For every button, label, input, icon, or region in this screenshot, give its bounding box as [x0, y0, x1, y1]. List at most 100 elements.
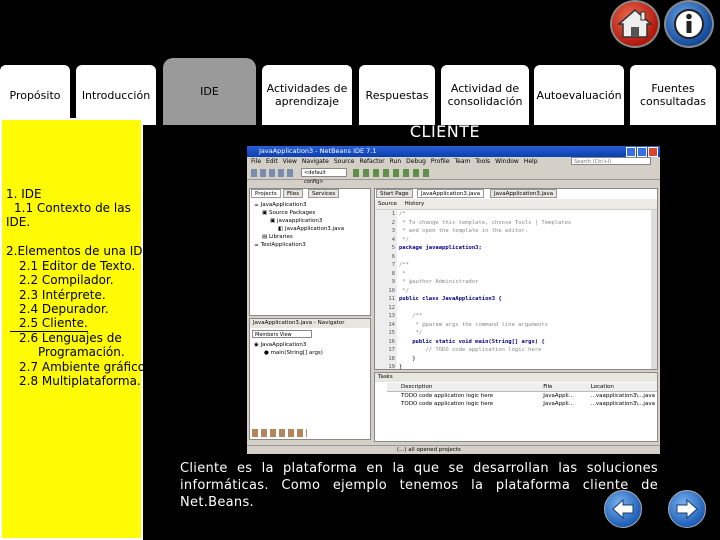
tree-item-file[interactable]: ◧ JavaApplication3.java	[254, 225, 344, 233]
code-line: * To change this template, choose Tools …	[399, 219, 572, 226]
code-line: package javaapplication3;	[399, 245, 482, 251]
menu-source[interactable]: Source	[334, 158, 355, 165]
navigator-filter[interactable]: Members View	[252, 330, 312, 338]
menu-view[interactable]: View	[283, 158, 297, 165]
line-number: 15	[388, 330, 395, 336]
home-button[interactable]	[610, 0, 660, 48]
menu-team[interactable]: Team	[455, 158, 471, 165]
menu-tools[interactable]: Tools	[475, 158, 490, 165]
run-icons[interactable]	[353, 169, 433, 177]
menu-refactor[interactable]: Refactor	[359, 158, 384, 165]
tasks-col-location[interactable]: Location	[591, 383, 657, 391]
sidebar-item-interprete[interactable]: 2.3 Intérprete.	[19, 288, 106, 303]
editor-tab-start[interactable]: Start Page	[376, 189, 413, 198]
tab-actividad-consolidacion[interactable]: Actividad de consolidación	[441, 65, 529, 125]
line-number: 11	[388, 296, 395, 302]
line-number: 17	[388, 347, 395, 353]
config-select[interactable]: <default config>	[301, 168, 347, 185]
menu-navigate[interactable]: Navigate	[302, 158, 329, 165]
tree-item-libraries[interactable]: ▤ Libraries	[254, 233, 344, 241]
editor-panel: Start Page JavaApplication3.java JavaApp…	[374, 188, 658, 370]
sidebar-item-elementos[interactable]: 2.Elementos de una IDE.	[6, 244, 154, 259]
tree-item-source[interactable]: ▣ Source Packages	[254, 209, 344, 217]
menu-window[interactable]: Window	[495, 158, 519, 165]
tasks-panel: Tasks Description File Location TODO cod…	[374, 372, 658, 442]
menu-run[interactable]: Run	[390, 158, 402, 165]
sidebar-item-ide[interactable]: 1. IDE	[6, 187, 42, 202]
code-line: // TODO code application logic here	[399, 347, 542, 353]
sidebar-item-contexto[interactable]: 1.1 Contexto de las	[14, 201, 131, 216]
sidebar-item-multiplataforma[interactable]: 2.8 Multiplataforma.	[19, 374, 141, 389]
line-number: 1	[391, 211, 395, 217]
editor-scrollbar[interactable]	[651, 210, 657, 369]
ide-search-box[interactable]: Search (Ctrl+I)	[571, 157, 651, 165]
tab-ide[interactable]: IDE	[163, 58, 256, 125]
info-button[interactable]	[664, 0, 714, 48]
tab-services[interactable]: Services	[308, 189, 340, 198]
nav-item-class[interactable]: ◉ JavaApplication3	[254, 341, 323, 349]
sidebar-item-depurador[interactable]: 2.4 Depurador.	[19, 302, 109, 317]
tab-projects[interactable]: Projects	[251, 189, 281, 198]
code-line: */	[399, 330, 423, 336]
sidebar-item-lenguajes[interactable]: 2.6 Lenguajes de	[19, 331, 122, 346]
sidebar-item-cliente[interactable]: 2.5 Cliente.	[10, 316, 88, 332]
code-line: public static void main(String[] args) {	[399, 338, 545, 345]
line-number: 3	[391, 228, 395, 234]
tree-item-package[interactable]: ▣ javaapplication3	[254, 217, 344, 225]
navigator-toolbar[interactable]	[252, 429, 307, 437]
ide-window-title: JavaApplication3 - NetBeans IDE 7.1	[259, 147, 377, 155]
tree-item-test[interactable]: ☕ TestApplication3	[254, 241, 344, 249]
menu-file[interactable]: File	[251, 158, 261, 165]
code-line: */	[399, 236, 409, 243]
editor-tab-second[interactable]: JavaApplication3.java	[490, 189, 558, 198]
menu-edit[interactable]: Edit	[266, 158, 278, 165]
line-number: 8	[391, 270, 395, 277]
menu-help[interactable]: Help	[524, 158, 538, 165]
code-line: * @param args the command line arguments	[399, 321, 549, 328]
table-row[interactable]: TODO code application logic here JavaApp…	[387, 400, 657, 408]
line-numbers: 1 2 3 4 5 6 7 8 9 10 11 12 13 14 15 16 17 18 19	[375, 210, 397, 369]
projects-panel: Projects Files Services ☕ JavaApplicatio…	[249, 188, 371, 316]
tab-files[interactable]: Files	[283, 189, 304, 198]
code-line: /*	[399, 211, 406, 217]
toolbar-icons[interactable]	[251, 169, 296, 177]
line-number: 18	[388, 355, 395, 362]
info-icon	[674, 9, 704, 39]
tab-fuentes-consultadas[interactable]: Fuentes consultadas	[630, 65, 716, 125]
history-button[interactable]: History	[405, 201, 425, 207]
back-button[interactable]	[604, 490, 642, 528]
code-line: /**	[399, 262, 409, 268]
tab-autoevaluacion[interactable]: Autoevaluación	[534, 65, 624, 125]
description-text: Cliente es la plataforma en la que se de…	[180, 461, 658, 510]
editor-toolbar: Source History	[375, 199, 657, 210]
tasks-col-description[interactable]: Description	[387, 383, 543, 391]
menu-profile[interactable]: Profile	[431, 158, 450, 165]
line-number: 9	[391, 279, 395, 285]
code-line: }	[399, 355, 416, 362]
tab-proposito[interactable]: Propósito	[0, 65, 70, 125]
forward-button[interactable]	[668, 490, 706, 528]
tab-actividades-aprendizaje[interactable]: Actividades de aprendizaje	[262, 65, 352, 125]
sidebar-item-ambiente[interactable]: 2.7 Ambiente gráfico.	[19, 360, 149, 375]
menu-debug[interactable]: Debug	[406, 158, 426, 165]
tab-respuestas[interactable]: Respuestas	[359, 65, 435, 125]
sidebar-item-compilador[interactable]: 2.2 Compilador.	[19, 273, 114, 288]
code-line: * @author Administrador	[399, 279, 479, 285]
code-editor[interactable]: /* * To change this template, choose Too…	[399, 210, 572, 369]
tree-item-project[interactable]: ☕ JavaApplication3	[254, 201, 344, 209]
source-button[interactable]: Source	[378, 201, 397, 207]
line-number: 6	[391, 253, 395, 260]
line-number: 7	[391, 262, 395, 268]
editor-tab-main[interactable]: JavaApplication3.java	[417, 189, 485, 198]
code-line: public class JavaApplication3 {	[399, 296, 502, 302]
nav-item-main[interactable]: ● main(String[] args)	[254, 349, 323, 357]
sidebar-item-contexto-cont[interactable]: IDE.	[6, 215, 30, 230]
tasks-title: Tasks	[375, 373, 657, 382]
sidebar-item-editor[interactable]: 2.1 Editor de Texto.	[19, 259, 135, 274]
table-row[interactable]: TODO code application logic here JavaApp…	[387, 392, 657, 400]
sidebar-item-lenguajes-cont[interactable]: Programación.	[38, 345, 125, 360]
page-title: CLIENTE	[409, 122, 481, 141]
tab-introduccion[interactable]: Introducción	[76, 65, 156, 125]
tasks-col-file[interactable]: File	[543, 383, 590, 391]
navigator-panel: JavaApplication3.java - Navigator Member…	[249, 318, 371, 440]
